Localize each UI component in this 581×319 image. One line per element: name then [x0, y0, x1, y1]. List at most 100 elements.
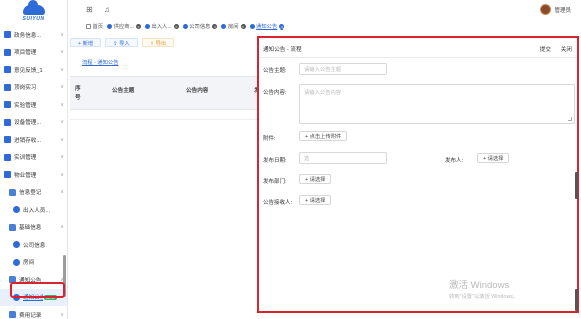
menu-icon	[4, 153, 11, 161]
menu-icon	[4, 66, 11, 74]
tab[interactable]: 房间 ×	[221, 22, 246, 30]
sidebar-item[interactable]: 信息登记 ∧	[0, 184, 67, 202]
export-button[interactable]: ⇩ 导出	[141, 38, 175, 47]
close-button[interactable]: 关闭	[561, 45, 572, 53]
sidebar-item[interactable]: 基础信息 ∧	[0, 219, 67, 237]
dialog-scrollbar[interactable]	[575, 172, 578, 199]
publisher-select-button[interactable]: + 请选择	[477, 153, 510, 163]
item-icon	[13, 293, 20, 301]
home-icon	[86, 23, 91, 29]
resize-handle-icon[interactable]	[568, 117, 572, 121]
sidebar-item[interactable]: 费用记录 ∨	[0, 306, 67, 319]
table-empty-row	[70, 110, 260, 120]
bell-icon[interactable]: ♫	[104, 5, 112, 14]
folder-icon	[9, 276, 16, 284]
chevron-icon: ∧	[60, 171, 64, 178]
sidebar-item[interactable]: 通知公告∧	[0, 271, 67, 289]
sidebar-item[interactable]: 房间	[0, 254, 67, 272]
sidebar-item-label: 基础信息	[19, 225, 42, 232]
sidebar-scrollbar[interactable]	[63, 255, 66, 297]
chevron-icon: ∨	[60, 101, 64, 108]
folder-icon	[9, 188, 16, 196]
chevron-icon: ∨	[60, 311, 64, 318]
menu-icon	[4, 48, 11, 56]
table-header: 序号 公告主题 公告内容 发	[70, 76, 260, 110]
sidebar-item[interactable]: 进销存收... ∨	[0, 131, 67, 149]
new-badge: NEW	[43, 294, 57, 300]
sidebar-item[interactable]: 物业管理 ∧	[0, 166, 67, 184]
menu-icon	[4, 83, 11, 91]
subject-label: 公告主题:	[263, 68, 287, 74]
sidebar-item[interactable]: 政务信息... ∨	[0, 26, 67, 44]
list-toolbar: + 新增 ⇪ 导入 ⇩ 导出	[70, 38, 178, 47]
sidebar-item[interactable]: 设备管理... ∨	[0, 114, 67, 132]
sidebar-nav: 政务信息... ∨ 项目管理 ∨ 意见反馈_1 ∨ 顶岗实习 ∨ 实验管理 ∨ 设备管理... ∨ 进销…	[0, 26, 67, 319]
tab-close-icon[interactable]: ×	[240, 23, 246, 29]
user-menu[interactable]: 管理员	[540, 4, 571, 15]
tab-label: 供应商...	[113, 24, 134, 30]
menu-icon	[4, 118, 11, 126]
avatar	[540, 4, 552, 15]
watermark-line2: 转到"设置"以激活 Windows。	[449, 294, 519, 300]
tab-close-icon[interactable]: ×	[135, 23, 141, 29]
tab-close-icon[interactable]: ×	[212, 23, 218, 29]
sidebar-item[interactable]: 实训管理 ∨	[0, 149, 67, 167]
col-header-content[interactable]: 公告内容	[186, 86, 208, 94]
publish-dept-select-button[interactable]: + 请选择	[299, 174, 332, 184]
watermark-line1: 激活 Windows	[449, 280, 510, 291]
sidebar-item-label: 通知公告	[23, 295, 43, 302]
upload-attachment-button[interactable]: + 点击上传附件	[299, 131, 348, 141]
sidebar-item-label: 项目管理	[14, 50, 37, 57]
subject-input[interactable]: 请输入公告主题	[299, 63, 387, 75]
user-icon	[182, 23, 188, 29]
sidebar-item[interactable]: 项目管理 ∨	[0, 44, 67, 62]
import-button[interactable]: ⇪ 导入	[105, 38, 138, 47]
sidebar-item-label: 出入人员...	[23, 207, 51, 214]
menu-icon	[4, 31, 11, 39]
menu-icon	[4, 171, 11, 179]
chevron-icon: ∧	[60, 189, 64, 196]
grid-icon[interactable]: ⊞	[86, 5, 94, 14]
col-header-index[interactable]: 序号	[75, 85, 83, 103]
dialog-header: 通知公告 - 流程 提交 关闭	[259, 38, 577, 58]
receiver-select-button[interactable]: + 请选择	[299, 195, 332, 205]
add-button[interactable]: + 新增	[70, 38, 102, 47]
tab[interactable]: 首页	[86, 22, 103, 30]
publish-date-input[interactable]: 选	[299, 152, 387, 164]
logo-text: SUIYUN	[22, 15, 45, 22]
tab-close-icon[interactable]: ×	[173, 23, 179, 29]
tab-label: 公司信息	[189, 24, 211, 30]
sidebar-item-label: 顶岗实习	[14, 85, 37, 92]
sidebar-item[interactable]: 实验管理 ∨	[0, 96, 67, 114]
logo-cloud-icon	[22, 0, 45, 15]
breadcrumb[interactable]: 流程 - 通知公告	[82, 58, 119, 66]
sidebar-item[interactable]: 通知公告NEW	[0, 288, 67, 306]
tab-bar: 首页 供应商... × 出入人... × 公司信息 × 房间 × 通知公告 ×	[68, 20, 581, 32]
sidebar-item[interactable]: 顶岗实习 ∨	[0, 79, 67, 97]
tab[interactable]: 出入人... ×	[144, 22, 179, 30]
col-header-subject[interactable]: 公告主题	[112, 86, 134, 94]
chevron-icon: ∨	[60, 136, 64, 143]
menu-icon	[4, 136, 11, 144]
item-icon	[13, 206, 20, 214]
sidebar-item-label: 信息登记	[19, 190, 42, 197]
tab[interactable]: 通知公告 ×	[249, 22, 285, 30]
tab[interactable]: 公司信息 ×	[182, 22, 218, 30]
chevron-icon: ∨	[60, 66, 64, 73]
content-textarea[interactable]: 请输入公告内容	[299, 84, 575, 124]
sidebar-item[interactable]: 出入人员...	[0, 201, 67, 219]
sidebar-item[interactable]: 意见反馈_1 ∨	[0, 61, 67, 79]
sidebar: SUIYUN 政务信息... ∨ 项目管理 ∨ 意见反馈_1 ∨ 顶岗实习 ∨ 实验管理 ∨ 设备管…	[0, 0, 68, 319]
windows-activation-watermark: 激活 Windows 转到"设置"以激活 Windows。	[449, 277, 518, 300]
app-root: SUIYUN 政务信息... ∨ 项目管理 ∨ 意见反馈_1 ∨ 顶岗实习 ∨ 实验管理 ∨ 设备管…	[0, 0, 581, 319]
sidebar-item[interactable]: 公司信息	[0, 236, 67, 254]
sidebar-item-label: 公司信息	[23, 242, 46, 249]
dialog-scrollbar-lower[interactable]	[575, 289, 578, 311]
sidebar-item-label: 意见反馈_1	[14, 67, 43, 74]
submit-button[interactable]: 提交	[540, 45, 551, 53]
tab-close-icon[interactable]: ×	[279, 23, 285, 29]
publish-dept-label: 发布部门:	[263, 179, 287, 185]
notice-table: 序号 公告主题 公告内容 发	[70, 76, 260, 120]
tab[interactable]: 供应商... ×	[107, 22, 141, 30]
folder-icon	[9, 223, 16, 231]
